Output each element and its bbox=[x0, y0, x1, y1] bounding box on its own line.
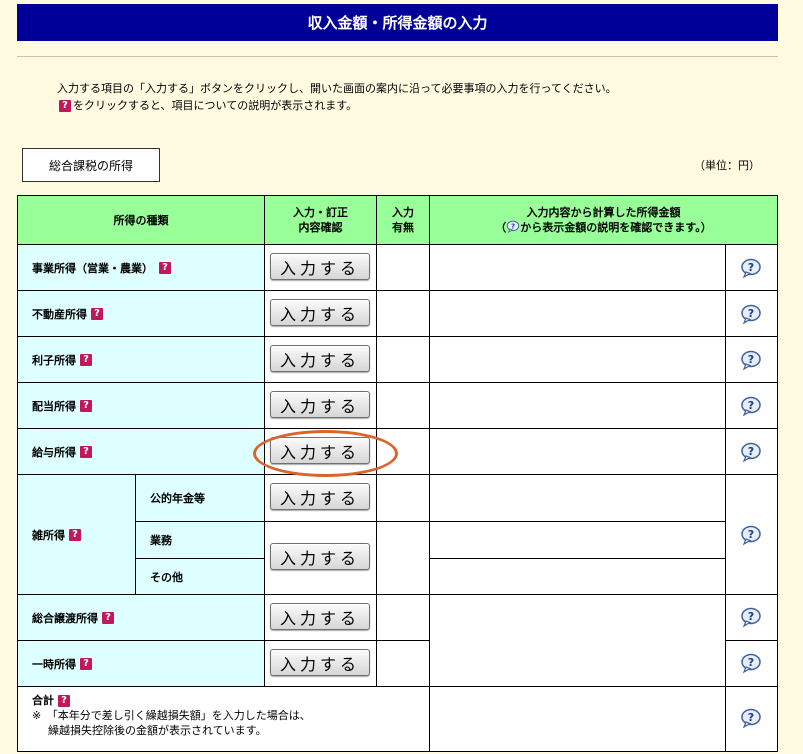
help-bubble-icon[interactable]: ? bbox=[740, 707, 762, 729]
row-label: 利子所得 bbox=[32, 353, 76, 367]
has-input-cell bbox=[376, 521, 430, 595]
red-question-icon[interactable]: ? bbox=[159, 261, 171, 274]
amount-cell bbox=[429, 336, 726, 383]
amount-cell bbox=[429, 594, 726, 687]
row-label: 事業所得（営業・農業） bbox=[32, 261, 153, 275]
header-has-input-line1: 入力 bbox=[392, 206, 414, 219]
row-total: 合計? ※ 「本年分で差し引く繰越損失額」を入力した場合は、 繰越損失控除後の金… bbox=[17, 686, 430, 752]
has-input-cell bbox=[376, 336, 430, 383]
red-question-icon[interactable]: ? bbox=[80, 399, 92, 412]
input-button-capital-gains[interactable]: 入力する bbox=[270, 603, 370, 630]
has-input-cell bbox=[376, 290, 430, 337]
has-input-cell bbox=[376, 640, 430, 687]
instructions: 入力する項目の「入力する」ボタンをクリックし、開いた画面の案内に沿って必要事項の… bbox=[57, 80, 617, 114]
instruction-line-2: をクリックすると、項目についての説明が表示されます。 bbox=[73, 99, 358, 112]
sub-business: 業務 bbox=[135, 521, 265, 559]
red-question-icon: ? bbox=[59, 100, 71, 112]
help-bubble-icon[interactable]: ? bbox=[740, 441, 762, 463]
svg-text:?: ? bbox=[748, 399, 754, 412]
has-input-cell bbox=[376, 474, 430, 522]
input-button-business[interactable]: 入力する bbox=[270, 253, 370, 280]
input-button-dividend[interactable]: 入力する bbox=[270, 391, 370, 418]
input-button-public-pension[interactable]: 入力する bbox=[270, 483, 370, 510]
red-question-icon[interactable]: ? bbox=[102, 611, 114, 624]
row-business: 事業所得（営業・農業）? bbox=[17, 244, 265, 291]
header-entry: 入力・訂正 内容確認 bbox=[264, 195, 377, 245]
amount-cell bbox=[429, 382, 726, 429]
header-type: 所得の種類 bbox=[17, 195, 265, 245]
amount-cell bbox=[429, 474, 726, 522]
input-button-occasional[interactable]: 入力する bbox=[270, 649, 370, 676]
help-bubble-icon[interactable]: ? bbox=[740, 606, 762, 628]
help-bubble-icon[interactable]: ? bbox=[740, 257, 762, 279]
help-bubble-icon[interactable]: ? bbox=[740, 349, 762, 371]
highlight-ellipse bbox=[253, 430, 398, 477]
row-label: 雑所得 bbox=[32, 528, 65, 542]
row-salary: 給与所得? bbox=[17, 428, 265, 475]
input-button-real-estate[interactable]: 入力する bbox=[270, 299, 370, 326]
input-button-interest[interactable]: 入力する bbox=[270, 345, 370, 372]
sub-other: その他 bbox=[135, 558, 265, 595]
page-title: 収入金額・所得金額の入力 bbox=[17, 4, 778, 41]
svg-text:?: ? bbox=[748, 307, 754, 320]
header-amount: 入力内容から計算した所得金額 （? から表示金額の説明を確認できます。） bbox=[429, 195, 778, 245]
amount-cell bbox=[429, 686, 726, 752]
header-has-input: 入力 有無 bbox=[376, 195, 430, 245]
row-label: 配当所得 bbox=[32, 399, 76, 413]
amount-cell bbox=[429, 428, 726, 475]
header-amount-line1: 入力内容から計算した所得金額 bbox=[526, 206, 681, 219]
amount-cell bbox=[429, 558, 726, 595]
amount-cell bbox=[429, 290, 726, 337]
row-occasional: 一時所得? bbox=[17, 640, 265, 687]
has-input-cell bbox=[376, 382, 430, 429]
sub-public-pension: 公的年金等 bbox=[135, 474, 265, 522]
header-amount-pre: （ bbox=[495, 221, 507, 234]
row-interest: 利子所得? bbox=[17, 336, 265, 383]
total-note-1: ※ 「本年分で差し引く繰越損失額」を入力した場合は、 bbox=[32, 709, 311, 722]
red-question-icon[interactable]: ? bbox=[80, 353, 92, 366]
has-input-cell bbox=[376, 594, 430, 641]
header-entry-line1: 入力・訂正 bbox=[293, 206, 348, 219]
red-question-icon[interactable]: ? bbox=[80, 445, 92, 458]
row-label: 不動産所得 bbox=[32, 307, 87, 321]
svg-text:?: ? bbox=[748, 610, 754, 623]
svg-text:?: ? bbox=[748, 353, 754, 366]
red-question-icon[interactable]: ? bbox=[91, 307, 103, 320]
header-has-input-line2: 有無 bbox=[392, 221, 414, 234]
svg-text:?: ? bbox=[748, 261, 754, 274]
has-input-cell bbox=[376, 244, 430, 291]
instruction-line-1: 入力する項目の「入力する」ボタンをクリックし、開いた画面の案内に沿って必要事項の… bbox=[57, 82, 617, 95]
row-label: 給与所得 bbox=[32, 445, 76, 459]
red-question-icon[interactable]: ? bbox=[69, 528, 81, 541]
amount-cell bbox=[429, 521, 726, 559]
svg-text:?: ? bbox=[748, 528, 754, 541]
total-label: 合計 bbox=[32, 694, 54, 707]
help-bubble-icon[interactable]: ? bbox=[740, 303, 762, 325]
unit-label: （単位：円） bbox=[694, 159, 760, 172]
svg-text:?: ? bbox=[748, 656, 754, 669]
row-label: 一時所得 bbox=[32, 657, 76, 671]
row-misc: 雑所得? bbox=[17, 474, 136, 595]
row-real-estate: 不動産所得? bbox=[17, 290, 265, 337]
help-bubble-icon[interactable]: ? bbox=[740, 524, 762, 546]
svg-text:?: ? bbox=[511, 222, 515, 230]
red-question-icon[interactable]: ? bbox=[58, 695, 70, 707]
tab-general-taxation[interactable]: 総合課税の所得 bbox=[22, 148, 160, 182]
row-dividend: 配当所得? bbox=[17, 382, 265, 429]
row-capital-gains: 総合譲渡所得? bbox=[17, 594, 265, 641]
help-bubble-icon: ? bbox=[507, 220, 520, 234]
title-divider bbox=[17, 56, 778, 57]
header-entry-line2: 内容確認 bbox=[298, 221, 343, 234]
amount-cell bbox=[429, 244, 726, 291]
help-bubble-icon[interactable]: ? bbox=[740, 395, 762, 417]
row-label: 総合譲渡所得 bbox=[32, 611, 98, 625]
svg-text:?: ? bbox=[748, 445, 754, 458]
header-amount-post: から表示金額の説明を確認できます。） bbox=[520, 221, 712, 234]
total-note-2: 繰越損失控除後の金額が表示されています。 bbox=[48, 724, 267, 737]
red-question-icon[interactable]: ? bbox=[80, 657, 92, 670]
help-bubble-icon[interactable]: ? bbox=[740, 652, 762, 674]
svg-text:?: ? bbox=[748, 711, 754, 724]
input-button-misc-business[interactable]: 入力する bbox=[270, 543, 370, 570]
